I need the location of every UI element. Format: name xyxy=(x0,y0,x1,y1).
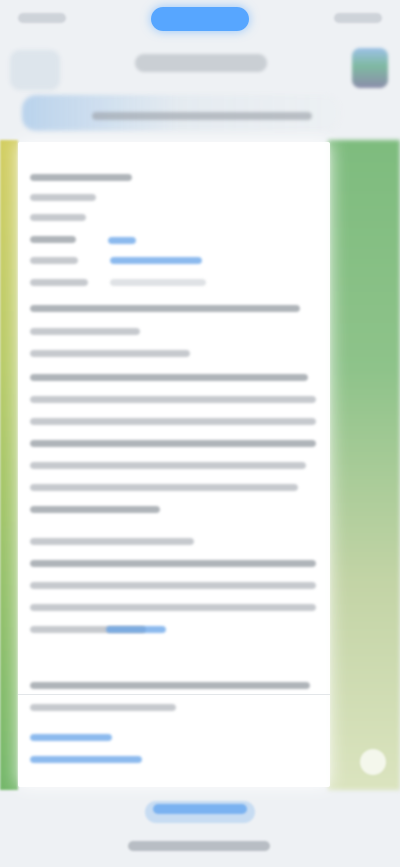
content-line-2 xyxy=(30,194,96,201)
right-color-strip xyxy=(328,140,400,790)
back-button[interactable] xyxy=(10,50,60,90)
content-line-21 xyxy=(30,604,316,611)
avatar[interactable] xyxy=(352,48,388,88)
bottom-action-label xyxy=(153,804,247,814)
content-line-10 xyxy=(30,350,190,357)
content-line-13 xyxy=(30,418,316,425)
card-separator xyxy=(18,694,330,695)
content-link-5[interactable] xyxy=(30,756,142,763)
content-line-5 xyxy=(30,257,78,264)
content-link-4[interactable] xyxy=(30,734,112,741)
content-line-23 xyxy=(30,682,310,689)
content-line-6 xyxy=(30,279,88,286)
content-line-19 xyxy=(30,560,316,567)
content-line-1 xyxy=(30,174,132,181)
page-title xyxy=(135,54,267,72)
content-line-18 xyxy=(30,538,194,545)
mobile-screen xyxy=(0,0,400,867)
status-pill xyxy=(151,7,249,31)
content-line-3 xyxy=(30,214,86,221)
content-card xyxy=(18,142,330,787)
content-line-17 xyxy=(30,506,160,513)
content-line-15 xyxy=(30,462,306,469)
content-line-24 xyxy=(30,704,176,711)
content-line-9 xyxy=(30,328,140,335)
content-link-2[interactable] xyxy=(110,257,202,264)
status-left-blur xyxy=(18,13,66,23)
content-line-12 xyxy=(30,396,316,403)
content-line-20 xyxy=(30,582,316,589)
content-line-4 xyxy=(30,236,76,243)
content-line-16 xyxy=(30,484,298,491)
content-link-1[interactable] xyxy=(108,237,136,244)
content-line-14 xyxy=(30,440,316,447)
left-color-strip xyxy=(0,140,18,790)
home-indicator xyxy=(128,841,270,851)
status-right-blur xyxy=(334,13,382,23)
top-bar xyxy=(0,40,400,90)
content-line-7 xyxy=(110,279,206,286)
content-line-8 xyxy=(30,305,300,312)
corner-icon[interactable] xyxy=(360,749,386,775)
content-line-11 xyxy=(30,374,308,381)
link-banner-text xyxy=(92,112,312,120)
content-link-3[interactable] xyxy=(106,626,166,633)
